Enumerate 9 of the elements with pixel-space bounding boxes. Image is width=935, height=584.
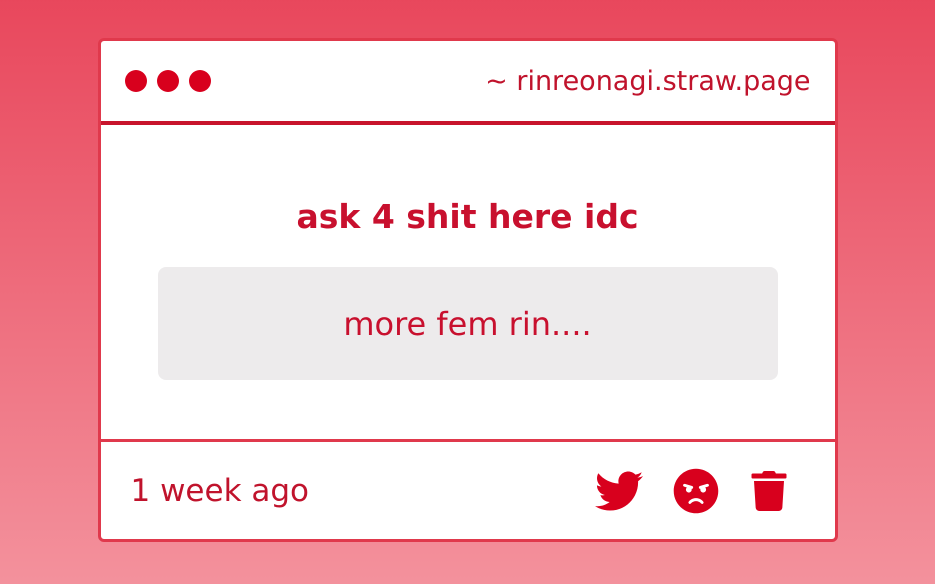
window-dot [156, 70, 178, 92]
prompt-title: ask 4 shit here idc [296, 197, 639, 236]
message-card: more fem rin.... [158, 267, 778, 380]
trash-icon[interactable] [748, 470, 788, 510]
timestamp: 1 week ago [130, 472, 310, 508]
angry-face-icon[interactable] [672, 468, 718, 514]
window-dot [124, 70, 146, 92]
page-address: ~ rinreonagi.straw.page [485, 66, 810, 96]
window-dot [188, 70, 210, 92]
